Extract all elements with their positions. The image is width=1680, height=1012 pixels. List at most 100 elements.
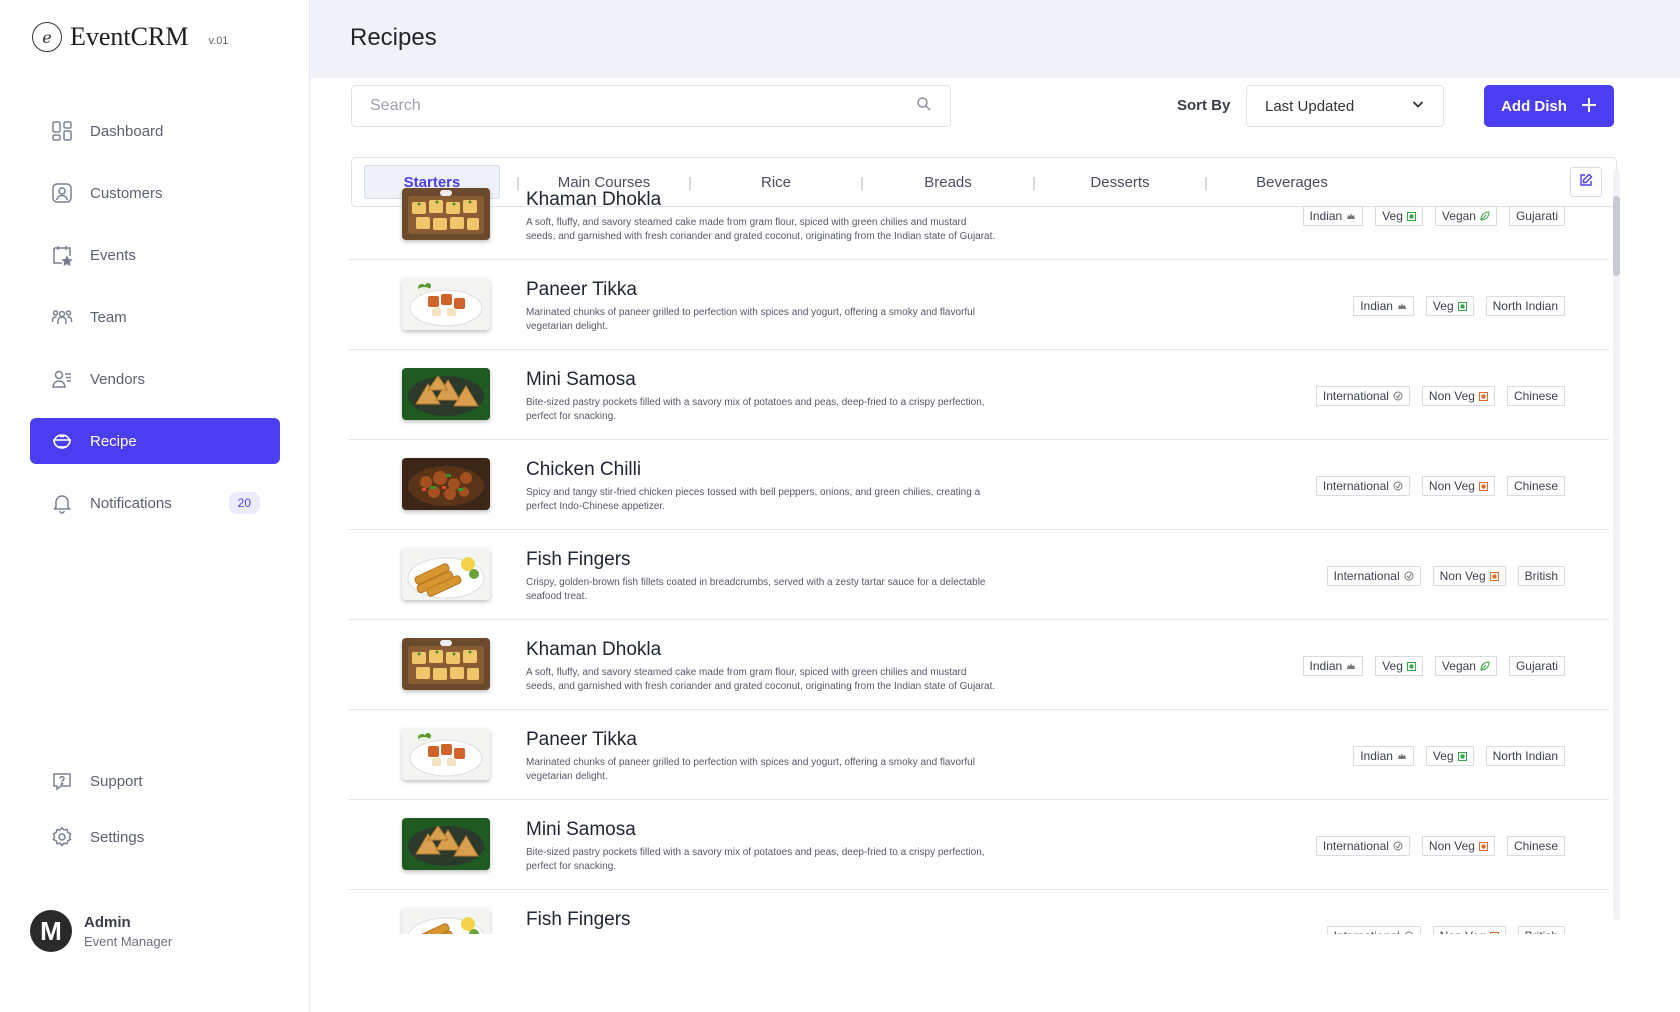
dish-name[interactable]: Mini Samosa (526, 819, 636, 841)
support-icon (50, 769, 74, 793)
customers-icon (50, 181, 74, 205)
tag-label: Indian (1309, 209, 1343, 223)
gear-icon (50, 825, 74, 849)
dish-name[interactable]: Mini Samosa (526, 369, 636, 391)
team-icon (50, 305, 74, 329)
tag-badge: Veg (1425, 746, 1474, 766)
veg-icon (1406, 661, 1416, 671)
dish-name[interactable]: Khaman Dhokla (526, 189, 661, 211)
dish-image (402, 278, 490, 330)
scrollbar-thumb[interactable] (1613, 196, 1620, 276)
notifications-count-badge: 20 (228, 492, 260, 514)
sort-selected-value: Last Updated (1265, 97, 1355, 115)
user-profile[interactable]: M Admin Event Manager (30, 910, 172, 952)
recipe-row[interactable]: Khaman Dhokla A soft, fluffy, and savory … (349, 170, 1609, 260)
sort-select[interactable]: Last Updated (1246, 85, 1444, 127)
sidebar-item-team[interactable]: Team (30, 294, 280, 340)
tag-label: International (1334, 929, 1400, 934)
dish-name[interactable]: Fish Fingers (526, 909, 631, 931)
tag-badge: Non Veg (1421, 476, 1495, 496)
tag-badge: Gujarati (1508, 206, 1565, 226)
tag-label: Veg (1382, 659, 1403, 673)
recipe-row[interactable]: Mini Samosa Bite-sized pastry pockets fil… (349, 800, 1609, 890)
chevron-down-icon (1411, 97, 1425, 115)
sort-label: Sort By (1177, 97, 1231, 114)
tag-badge: Gujarati (1508, 656, 1565, 676)
tag-badge: International (1315, 476, 1410, 496)
sidebar-item-recipe[interactable]: Recipe (30, 418, 280, 464)
tag-badge: Chinese (1506, 386, 1565, 406)
dish-name[interactable]: Khaman Dhokla (526, 639, 661, 661)
tag-badge: British (1517, 926, 1565, 934)
recipe-row[interactable]: Paneer Tikka Marinated chunks of paneer g… (349, 710, 1609, 800)
tag-badge: Non Veg (1421, 836, 1495, 856)
user-role: Event Manager (84, 933, 173, 949)
brand[interactable]: e EventCRM v.01 (32, 22, 228, 52)
sidebar-item-dashboard[interactable]: Dashboard (30, 108, 280, 154)
tag-label: Veg (1382, 209, 1403, 223)
sidebar-item-customers[interactable]: Customers (30, 170, 280, 216)
leaf-icon (1480, 661, 1490, 671)
tag-label: Veg (1432, 299, 1454, 313)
tag-badge: Indian (1302, 656, 1364, 676)
dish-image (402, 368, 490, 420)
sidebar-item-label: Support (90, 772, 143, 790)
tag-badge: Veg (1375, 656, 1423, 676)
tag-label: Indian (1360, 749, 1393, 763)
recipe-row[interactable]: Chicken Chilli Spicy and tangy stir-fried… (349, 440, 1609, 530)
sidebar-item-settings[interactable]: Settings (30, 814, 280, 860)
tag-label: Non Veg (1439, 569, 1486, 583)
search-box[interactable] (351, 85, 951, 127)
sidebar-item-vendors[interactable]: Vendors (30, 356, 280, 402)
recipe-row[interactable]: Fish Fingers Crispy, golden-brown fish fi… (349, 530, 1609, 620)
sidebar-item-label: Recipe (90, 432, 137, 450)
tag-label: Non Veg (1428, 389, 1475, 403)
sidebar-item-support[interactable]: Support (30, 758, 280, 804)
recipe-row[interactable]: Mini Samosa Bite-sized pastry pockets fil… (349, 350, 1609, 440)
tag-badge: British (1517, 566, 1565, 586)
dish-name[interactable]: Paneer Tikka (526, 729, 637, 751)
dish-tags: International Non Veg Chinese (1315, 836, 1565, 856)
tag-badge: International (1315, 836, 1410, 856)
recipe-row[interactable]: Khaman Dhokla A soft, fluffy, and savory … (349, 620, 1609, 710)
tag-label: International (1333, 569, 1400, 583)
dish-image (402, 638, 490, 690)
tag-label: Non Veg (1428, 479, 1475, 493)
recipe-icon (50, 429, 74, 453)
search-icon[interactable] (916, 96, 932, 117)
veg-icon (1457, 751, 1467, 761)
dish-description: Crispy, golden-brown fish fillets coated… (526, 577, 986, 602)
tag-label: Non Veg (1428, 839, 1475, 853)
recipe-row[interactable]: Fish Fingers International Non Veg British (349, 890, 1609, 934)
recipe-row[interactable]: Paneer Tikka Marinated chunks of paneer g… (349, 260, 1609, 350)
sidebar-item-label: Dashboard (90, 122, 164, 140)
tag-badge: Indian (1353, 296, 1414, 316)
list-scrollbar[interactable] (1613, 170, 1620, 920)
recipe-list: Khaman Dhokla A soft, fluffy, and savory … (349, 170, 1609, 934)
dish-tags: Indian Veg North Indian (1353, 746, 1565, 766)
sidebar-item-events[interactable]: Events (30, 232, 280, 278)
tag-label: Chinese (1513, 479, 1558, 493)
dish-description: Marinated chunks of paneer grilled to pe… (526, 757, 975, 782)
tag-label: North Indian (1492, 749, 1558, 763)
sidebar-item-label: Customers (90, 184, 163, 202)
sidebar-item-notifications[interactable]: Notifications 20 (30, 480, 280, 526)
tag-label: Gujarati (1515, 659, 1558, 673)
dish-image (402, 908, 490, 934)
tag-label: British (1524, 569, 1558, 583)
dish-description: A soft, fluffy, and savory steamed cake … (526, 217, 996, 242)
sidebar-item-label: Notifications (90, 494, 172, 512)
search-input[interactable] (370, 97, 916, 115)
add-dish-button[interactable]: Add Dish (1484, 85, 1614, 127)
globe-icon (1393, 841, 1403, 851)
dish-name[interactable]: Paneer Tikka (526, 279, 637, 301)
dish-name[interactable]: Chicken Chilli (526, 459, 641, 481)
dish-name[interactable]: Fish Fingers (526, 549, 631, 571)
add-dish-label: Add Dish (1501, 97, 1567, 115)
dish-tags: International Non Veg Chinese (1315, 476, 1565, 496)
dish-image (402, 548, 490, 600)
veg-icon (1406, 211, 1416, 221)
sidebar-item-label: Events (90, 246, 136, 264)
nonveg-icon (1489, 931, 1499, 934)
dish-description: Marinated chunks of paneer grilled to pe… (526, 307, 975, 332)
